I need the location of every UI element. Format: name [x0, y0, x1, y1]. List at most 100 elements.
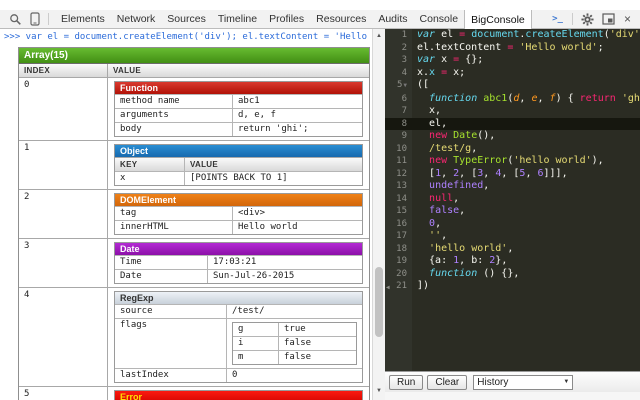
code-line[interactable]: 18 'hello world',	[385, 243, 640, 256]
flag-row: ifalse	[233, 336, 356, 350]
dropdown-arrow-icon: ▼	[563, 379, 569, 385]
history-select[interactable]: History ▼	[473, 375, 573, 390]
tab-console[interactable]: Console	[414, 10, 465, 28]
property-label: tag	[115, 207, 233, 220]
tab-resources[interactable]: Resources	[310, 10, 372, 28]
close-icon[interactable]: ×	[619, 10, 636, 28]
run-button[interactable]: Run	[389, 375, 423, 390]
tab-network[interactable]: Network	[111, 10, 162, 28]
property-row: innerHTMLHello world	[115, 220, 362, 234]
tab-sources[interactable]: Sources	[161, 10, 212, 28]
device-mode-icon[interactable]	[26, 10, 44, 28]
token-t: ) {	[556, 93, 580, 104]
flag-row: gtrue	[233, 323, 356, 336]
property-value: /test/	[227, 305, 362, 318]
token-t: el	[435, 29, 459, 40]
property-label: method name	[115, 95, 233, 108]
array-value-cell: DateTime17:03:21DateSun-Jul-26-2015	[108, 239, 369, 287]
flag-row: mfalse	[233, 350, 356, 364]
code-line[interactable]: 1var el = document.createElement('div');	[385, 29, 640, 42]
inspect-element-icon[interactable]	[5, 10, 26, 28]
line-number: 4	[385, 67, 412, 80]
code-text: 0,	[412, 218, 441, 231]
code-text: el.textContent = 'Hello world';	[412, 42, 604, 55]
line-number: 8	[385, 118, 412, 131]
code-line[interactable]: 19 {a: 1, b: 2},	[385, 255, 640, 268]
tab-bigconsole[interactable]: BigConsole	[464, 10, 532, 29]
code-line[interactable]: 9 new Date(),	[385, 130, 640, 143]
line-number: 1	[385, 29, 412, 42]
token-t: ,	[483, 180, 489, 191]
clear-button[interactable]: Clear	[427, 375, 467, 390]
token-t: x;	[447, 67, 465, 78]
code-text: '',	[412, 230, 447, 243]
array-value-cell: Functionmethod nameabc1argumentsd, e, fb…	[108, 78, 369, 140]
array-row: 4RegExpsource/test/flagsgtrueifalsemfals…	[19, 288, 369, 387]
tab-timeline[interactable]: Timeline	[212, 10, 263, 28]
token-t: (),	[477, 130, 495, 141]
console-drawer-icon[interactable]: >_	[547, 10, 568, 28]
property-value: 0	[227, 369, 362, 382]
token-t: ,	[471, 143, 477, 154]
property-value: 17:03:21	[208, 256, 362, 269]
token-t: ([	[417, 79, 429, 90]
code-text: x.x = x;	[412, 67, 465, 80]
line-number: 11	[385, 155, 412, 168]
token-t	[417, 193, 429, 204]
devtools-tabs: ElementsNetworkSourcesTimelineProfilesRe…	[55, 10, 532, 28]
array-row: 3DateTime17:03:21DateSun-Jul-26-2015	[19, 239, 369, 288]
editor-bottom-strip	[385, 392, 640, 400]
code-text: x,	[412, 105, 441, 118]
code-editor[interactable]: 1var el = document.createElement('div');…	[385, 29, 640, 371]
left-panel-scrollbar[interactable]: ▲ ▼	[372, 29, 385, 400]
code-line[interactable]: 10 /test/g,	[385, 143, 640, 156]
code-line[interactable]: 4x.x = x;	[385, 67, 640, 80]
sub-column-key: KEY	[115, 158, 185, 171]
array-index-cell: 4	[19, 288, 108, 386]
property-row: bodyreturn 'ghi';	[115, 122, 362, 136]
dock-side-icon[interactable]	[598, 10, 619, 28]
code-line[interactable]: 5▼ ([	[385, 79, 640, 93]
code-line[interactable]: 3var x = {};	[385, 54, 640, 67]
token-n: false	[429, 205, 459, 216]
fold-arrow-icon[interactable]: ▼	[403, 82, 407, 89]
code-line[interactable]: 13 undefined,	[385, 180, 640, 193]
code-line[interactable]: 12 [1, 2, [3, 4, [5, 6]]],	[385, 168, 640, 181]
code-line[interactable]: 6 function abc1(d, e, f) { return 'ghi';…	[385, 93, 640, 106]
line-number: 5▼	[385, 79, 412, 93]
token-t	[417, 130, 429, 141]
scroll-down-icon[interactable]: ▼	[373, 387, 385, 395]
property-value: return 'ghi';	[233, 123, 362, 136]
toolbar-separator	[572, 13, 573, 25]
token-fn: abc1	[483, 93, 507, 104]
scrollbar-thumb[interactable]	[375, 267, 383, 337]
code-line[interactable]: 7 x,	[385, 105, 640, 118]
array-value-cell: RegExpsource/test/flagsgtrueifalsemfalse…	[108, 288, 369, 386]
tab-audits[interactable]: Audits	[372, 10, 413, 28]
token-t: ,	[507, 243, 513, 254]
token-t: ),	[592, 155, 604, 166]
tab-elements[interactable]: Elements	[55, 10, 111, 28]
code-text: 'hello world',	[412, 243, 513, 256]
code-line[interactable]: 2el.textContent = 'Hello world';	[385, 42, 640, 55]
settings-gear-icon[interactable]	[577, 10, 598, 28]
scroll-up-icon[interactable]: ▲	[373, 32, 385, 40]
code-line[interactable]: 14 null,	[385, 193, 640, 206]
property-row: lastIndex0	[115, 368, 362, 382]
flags-table: gtrueifalsemfalse	[232, 322, 357, 365]
property-row: argumentsd, e, f	[115, 108, 362, 122]
token-t	[417, 218, 429, 229]
line-number: 15	[385, 205, 412, 218]
code-line[interactable]: 15 false,	[385, 205, 640, 218]
code-line[interactable]: 11 new TypeError('hello world'),	[385, 155, 640, 168]
code-line[interactable]: 16 0,	[385, 218, 640, 231]
tab-profiles[interactable]: Profiles	[263, 10, 310, 28]
array-row: 2DOMElementtag<div>innerHTMLHello world	[19, 190, 369, 239]
nested-table-domelement: DOMElementtag<div>innerHTMLHello world	[114, 193, 363, 235]
code-text: function () {},	[412, 268, 519, 281]
code-line[interactable]: 20 function () {},	[385, 268, 640, 281]
code-line[interactable]: 17 '',	[385, 230, 640, 243]
property-label: body	[115, 123, 233, 136]
code-line[interactable]: ◀21])	[385, 280, 640, 293]
code-line[interactable]: 8 el,	[385, 118, 640, 131]
